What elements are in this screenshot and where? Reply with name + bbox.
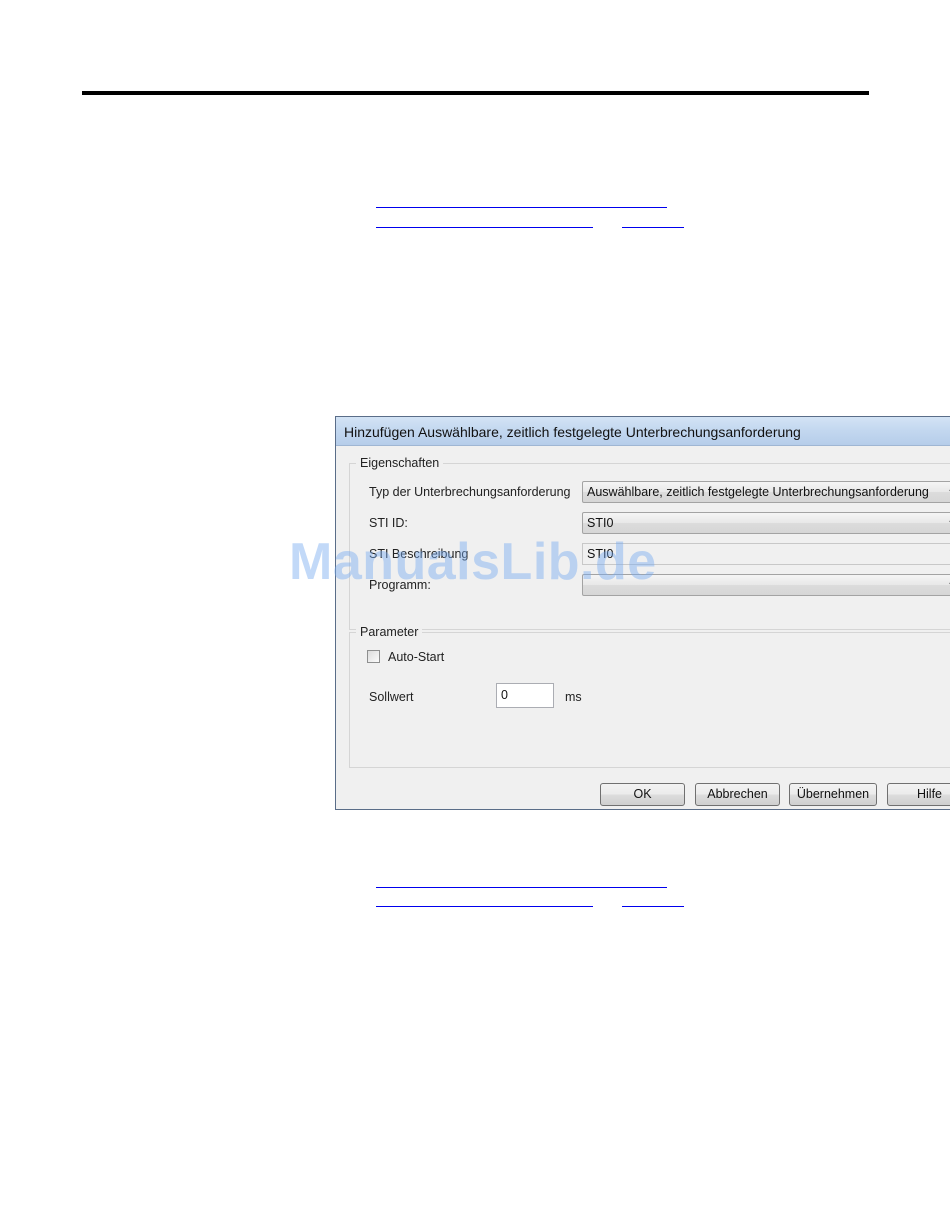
add-sti-dialog: Hinzufügen Auswählbare, zeitlich festgel… [335,416,950,810]
link-underline-bottom-1[interactable] [376,887,667,888]
ok-button[interactable]: OK [600,783,685,806]
apply-button[interactable]: Übernehmen [789,783,877,806]
link-underline-top-3[interactable] [622,227,684,228]
autostart-checkbox[interactable] [367,650,380,663]
top-rule [82,91,869,95]
chevron-down-icon[interactable]: ▼ [945,482,950,502]
sti-description-label: STI Beschreibung [369,547,469,561]
sollwert-input[interactable]: 0 [496,683,554,708]
link-underline-bottom-2[interactable] [376,906,593,907]
sollwert-label: Sollwert [369,690,414,704]
dialog-title[interactable]: Hinzufügen Auswählbare, zeitlich festgel… [336,417,950,446]
parameter-group-label: Parameter [356,624,423,640]
chevron-down-icon[interactable]: ▼ [945,513,950,533]
sti-id-label: STI ID: [369,516,408,530]
program-label: Programm: [369,578,431,592]
cancel-button[interactable]: Abbrechen [695,783,780,806]
sollwert-unit: ms [565,690,582,704]
interrupt-type-value: Auswählbare, zeitlich festgelegte Unterb… [587,485,929,499]
autostart-label[interactable]: Auto-Start [388,649,444,665]
link-underline-top-2[interactable] [376,227,593,228]
dialog-client: Eigenschaften Typ der Unterbrechungsanfo… [336,446,950,809]
program-select[interactable]: ▼ [582,574,950,596]
link-underline-top-1[interactable] [376,207,667,208]
sti-id-select[interactable]: STI0 ▼ [582,512,950,534]
chevron-down-icon[interactable]: ▼ [945,575,950,595]
properties-group-label: Eigenschaften [356,455,444,471]
link-underline-bottom-3[interactable] [622,906,684,907]
help-button[interactable]: Hilfe [887,783,950,806]
sti-description-field[interactable]: STI0 [582,543,950,565]
sti-id-value: STI0 [587,516,614,530]
interrupt-type-select[interactable]: Auswählbare, zeitlich festgelegte Unterb… [582,481,950,503]
interrupt-type-label: Typ der Unterbrechungsanforderung [369,485,571,499]
